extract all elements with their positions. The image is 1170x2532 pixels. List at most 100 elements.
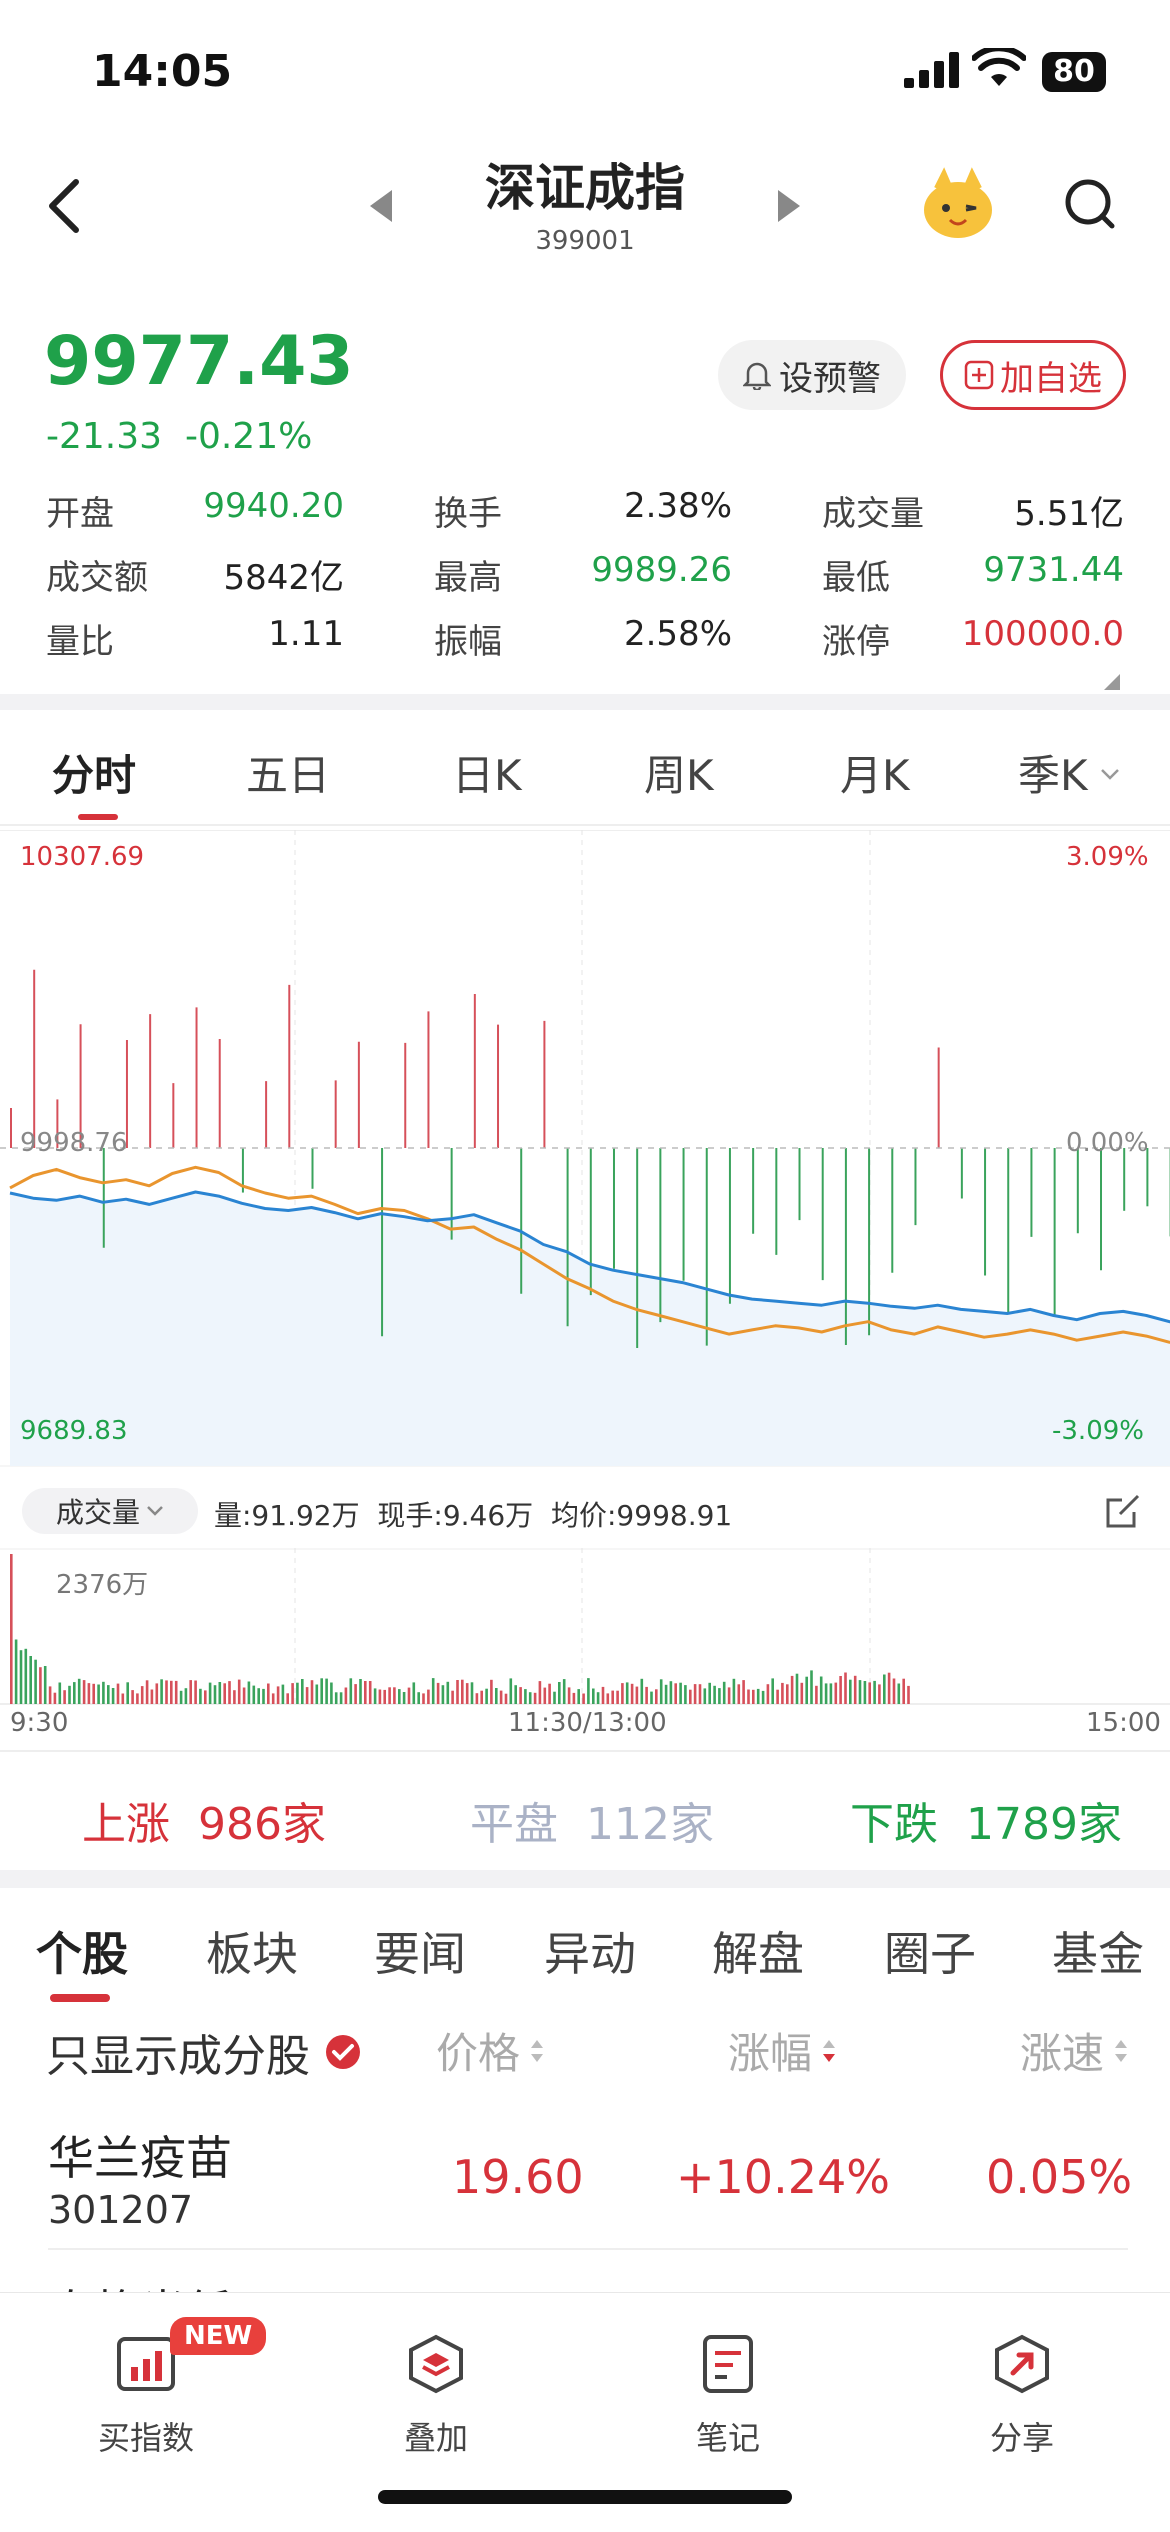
volume-bar xyxy=(126,1682,129,1704)
sort-speed[interactable]: 涨速 xyxy=(1020,2020,1128,2081)
current-price: 9977.43 xyxy=(44,322,354,401)
volume-bar xyxy=(582,1693,585,1704)
back-icon[interactable] xyxy=(40,176,90,236)
chart-tab[interactable]: 周K xyxy=(644,742,714,803)
prev-index-arrow-icon[interactable] xyxy=(370,190,392,222)
volume-bar xyxy=(664,1684,668,1704)
volume-bar xyxy=(330,1682,333,1704)
volume-bar xyxy=(737,1684,741,1704)
volume-selector-label: 成交量 xyxy=(55,1496,140,1529)
volume-bar xyxy=(276,1686,280,1704)
intraday-chart[interactable] xyxy=(0,830,1170,1470)
nav-buy-index[interactable]: 买指数 NEW xyxy=(66,2317,267,2459)
price-column-label: 价格 xyxy=(436,2029,521,2078)
bottom-tab[interactable]: 解盘 xyxy=(712,1918,804,1984)
bottom-tab[interactable]: 个股 xyxy=(36,1918,128,1984)
volume-bar xyxy=(131,1690,134,1704)
volume-bar xyxy=(475,1693,479,1704)
volume-bar xyxy=(490,1679,493,1704)
layers-icon xyxy=(409,2334,463,2394)
chart-tab[interactable]: 日K xyxy=(452,742,522,803)
volume-bar xyxy=(456,1680,459,1704)
nav-label: 笔记 xyxy=(695,2419,760,2457)
chart-tab[interactable]: 分时 xyxy=(52,742,136,803)
set-alert-button[interactable]: 设预警 xyxy=(718,340,906,410)
bottom-tab[interactable]: 要闻 xyxy=(374,1918,466,1984)
stock-change: +10.24% xyxy=(676,2150,890,2204)
volume-bar xyxy=(179,1690,183,1704)
next-index-arrow-icon[interactable] xyxy=(778,190,800,222)
volume-bar xyxy=(465,1683,469,1704)
speed-column-label: 涨速 xyxy=(1020,2029,1105,2078)
chart-tab-indicator xyxy=(78,814,118,820)
x-axis-mid: 11:30/13:00 xyxy=(508,1708,667,1738)
x-axis-start: 9:30 xyxy=(10,1708,69,1738)
change-value: -21.33 xyxy=(46,416,163,457)
volume-bar xyxy=(533,1692,537,1704)
mascot-icon[interactable] xyxy=(918,164,998,244)
current-hand: 现手:9.46万 xyxy=(377,1499,534,1532)
volume-bar xyxy=(53,1692,57,1704)
index-code: 399001 xyxy=(535,226,635,256)
volume-bar xyxy=(625,1682,629,1704)
volume-bar xyxy=(592,1688,595,1704)
volume-bar xyxy=(645,1686,648,1704)
volume-bar xyxy=(378,1689,382,1704)
home-indicator[interactable] xyxy=(378,2490,792,2504)
bottom-tab[interactable]: 圈子 xyxy=(884,1918,976,1984)
wifi-icon xyxy=(972,48,1026,86)
volume-bar xyxy=(14,1639,18,1704)
volume-bar xyxy=(756,1688,760,1704)
stat-value: 9731.44 xyxy=(983,550,1124,590)
nav-overlay[interactable]: 叠加 xyxy=(356,2333,516,2459)
volume-bar xyxy=(223,1683,226,1704)
sort-change[interactable]: 涨幅 xyxy=(728,2020,836,2081)
average-price: 均价:9998.91 xyxy=(551,1499,733,1532)
volume-bar xyxy=(247,1681,251,1704)
volume-bar xyxy=(868,1682,871,1704)
volume-bar xyxy=(422,1693,425,1704)
volume-bar xyxy=(102,1681,105,1704)
volume-bar xyxy=(68,1685,71,1704)
volume-bar xyxy=(470,1682,474,1704)
nav-notes[interactable]: 笔记 xyxy=(648,2333,808,2459)
bottom-tab[interactable]: 板块 xyxy=(206,1918,298,1984)
sort-price[interactable]: 价格 xyxy=(436,2020,544,2081)
price-change: -21.33 -0.21% xyxy=(46,416,312,457)
bottom-tab[interactable]: 异动 xyxy=(544,1918,636,1984)
volume-bar xyxy=(136,1693,139,1704)
volume-bar xyxy=(538,1681,542,1704)
volume-bar xyxy=(296,1682,299,1704)
volume-bar xyxy=(19,1650,23,1704)
stock-code: 301207 xyxy=(48,2188,194,2232)
volume-bar xyxy=(233,1690,236,1704)
edit-icon[interactable] xyxy=(1104,1492,1142,1530)
up-count-value: 986家 xyxy=(197,1799,326,1850)
volume-bar xyxy=(727,1687,731,1704)
change-percent: -0.21% xyxy=(184,416,313,457)
nav-share[interactable]: 分享 xyxy=(942,2333,1102,2459)
volume-bar xyxy=(819,1676,823,1704)
volume-bar xyxy=(111,1688,115,1704)
chart-tab[interactable]: 月K xyxy=(840,742,910,803)
volume-bar xyxy=(92,1683,95,1704)
expand-corner-icon[interactable] xyxy=(1104,674,1120,690)
volume-bar xyxy=(907,1685,910,1704)
chevron-down-icon[interactable] xyxy=(1100,768,1120,782)
chart-tab[interactable]: 季K xyxy=(1018,742,1088,803)
table-row[interactable]: 华兰疫苗 301207 19.60 +10.24% 0.05% xyxy=(0,2104,1170,2250)
constituents-filter[interactable]: 只显示成分股 xyxy=(46,2020,362,2084)
volume-bar xyxy=(732,1678,736,1704)
volume-bar xyxy=(815,1685,818,1704)
search-icon[interactable] xyxy=(1062,176,1118,232)
volume-bar xyxy=(747,1689,750,1704)
volume-bar xyxy=(883,1674,886,1704)
volume-bar xyxy=(703,1688,707,1704)
nav-label: 分享 xyxy=(989,2419,1054,2457)
volume-bar xyxy=(39,1667,42,1704)
bottom-tab[interactable]: 基金 xyxy=(1052,1918,1144,1984)
chart-tab[interactable]: 五日 xyxy=(246,742,330,803)
volume-selector[interactable]: 成交量 xyxy=(22,1488,198,1534)
volume-bar xyxy=(786,1684,789,1704)
add-watchlist-button[interactable]: 加自选 xyxy=(940,340,1126,410)
